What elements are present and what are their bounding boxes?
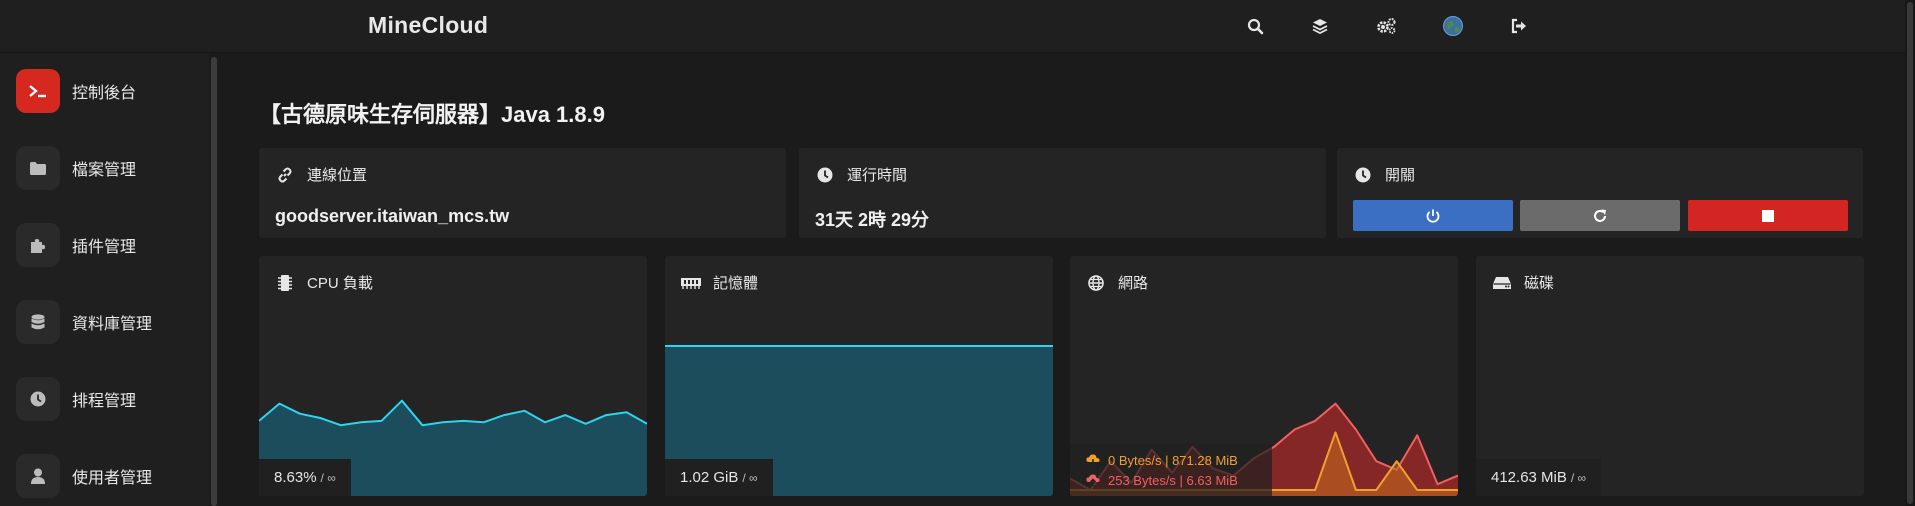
sidebar-item-console[interactable]: 控制後台	[16, 69, 206, 113]
puzzle-icon	[16, 223, 60, 267]
clock-icon	[1353, 166, 1373, 184]
uptime-label: 運行時間	[847, 167, 908, 184]
address-label: 連線位置	[307, 167, 368, 184]
network-inbound-value: 0 Bytes/s | 871.28 MiB	[1108, 452, 1238, 468]
memory-icon	[681, 274, 701, 292]
cogs-icon[interactable]	[1374, 14, 1398, 38]
memory-value: 1.02 GiB	[680, 469, 739, 486]
restart-button[interactable]	[1520, 200, 1680, 231]
page-scrollbar[interactable]	[1905, 0, 1915, 506]
sidebar-item-schedules[interactable]: 排程管理	[16, 377, 206, 421]
power-label: 開關	[1385, 167, 1416, 184]
top-navbar: MineCloud	[0, 0, 1905, 53]
sign-out-icon[interactable]	[1507, 14, 1531, 38]
uptime-card: 運行時間 31天 2時 29分	[799, 148, 1326, 238]
globe-avatar-icon[interactable]	[1441, 14, 1465, 38]
link-icon	[275, 166, 295, 184]
network-stat: 0 Bytes/s | 871.28 MiB 253 Bytes/s | 6.6…	[1070, 444, 1272, 496]
hdd-icon	[1492, 274, 1512, 292]
clock-icon	[16, 377, 60, 421]
page-title: 【古德原味生存伺服器】Java 1.8.9	[259, 102, 605, 127]
database-icon	[16, 300, 60, 344]
search-icon[interactable]	[1243, 14, 1267, 38]
network-label: 網路	[1118, 275, 1149, 292]
folder-icon	[16, 146, 60, 190]
network-outbound-value: 253 Bytes/s | 6.63 MiB	[1108, 472, 1238, 488]
network-card: 網路 0 Bytes/s | 871.28 MiB 253 Bytes/s | …	[1070, 256, 1458, 496]
sidebar-item-files[interactable]: 檔案管理	[16, 146, 206, 190]
memory-limit: / ∞	[742, 470, 758, 485]
power-button[interactable]	[1353, 200, 1513, 231]
redo-icon	[1594, 209, 1606, 222]
stop-button[interactable]	[1688, 200, 1848, 231]
power-icon	[1426, 209, 1440, 223]
sidebar-item-label: 插件管理	[72, 239, 137, 256]
cpu-stat: 8.63% / ∞	[259, 459, 351, 496]
memory-card: 記憶體 1.02 GiB / ∞	[665, 256, 1053, 496]
network-outbound: 253 Bytes/s | 6.63 MiB	[1086, 470, 1272, 490]
sidebar-item-database[interactable]: 資料庫管理	[16, 300, 206, 344]
cloud-upload-icon	[1086, 474, 1100, 486]
disk-value: 412.63 MiB	[1491, 469, 1567, 486]
uptime-value: 31天 2時 29分	[815, 210, 930, 230]
sidebar-item-label: 檔案管理	[72, 162, 137, 179]
disk-stat: 412.63 MiB / ∞	[1476, 459, 1602, 496]
sidebar-item-label: 排程管理	[72, 393, 137, 410]
brand-logo[interactable]: MineCloud	[368, 12, 488, 39]
sidebar-item-plugins[interactable]: 插件管理	[16, 223, 206, 267]
stop-icon	[1762, 209, 1774, 222]
memory-label: 記憶體	[713, 275, 759, 292]
disk-limit: / ∞	[1570, 470, 1587, 485]
address-card: 連線位置 goodserver.itaiwan_mcs.tw	[259, 148, 786, 238]
network-inbound: 0 Bytes/s | 871.28 MiB	[1086, 450, 1272, 470]
sidebar-item-label: 控制後台	[72, 85, 137, 102]
disk-card: 磁碟 412.63 MiB / ∞	[1476, 256, 1864, 496]
user-icon	[16, 454, 60, 498]
sidebar-item-label: 使用者管理	[72, 470, 153, 487]
sidebar-item-users[interactable]: 使用者管理	[16, 454, 206, 498]
memory-stat: 1.02 GiB / ∞	[665, 459, 773, 496]
address-value: goodserver.itaiwan_mcs.tw	[275, 206, 510, 226]
microchip-icon	[275, 274, 295, 292]
terminal-icon	[16, 69, 60, 113]
clock-icon	[815, 166, 835, 184]
cpu-label: CPU 負載	[307, 275, 373, 292]
cloud-download-icon	[1086, 454, 1100, 466]
layers-icon[interactable]	[1308, 14, 1332, 38]
sidebar: 控制後台 檔案管理 插件管理 資料庫管理 排程管理 使用者管理	[0, 53, 209, 506]
cpu-value: 8.63%	[274, 469, 317, 486]
sidebar-item-label: 資料庫管理	[72, 316, 153, 333]
cpu-limit: / ∞	[320, 470, 336, 485]
sidebar-scrollbar[interactable]	[209, 53, 219, 506]
globe-icon	[1086, 274, 1106, 292]
cpu-card: CPU 負載 8.63% / ∞	[259, 256, 647, 496]
disk-label: 磁碟	[1524, 275, 1555, 292]
